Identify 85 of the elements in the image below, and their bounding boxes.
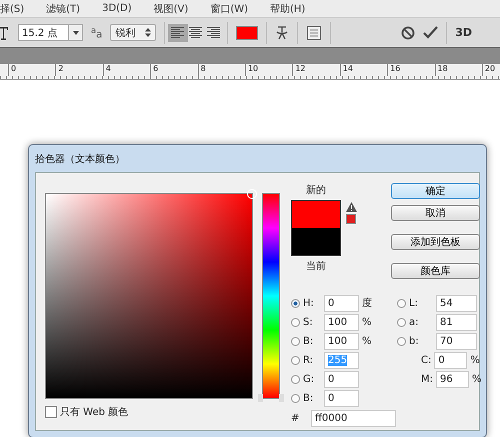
radio-button[interactable] xyxy=(397,336,406,346)
field-label: M: xyxy=(421,374,433,384)
input-field[interactable]: 96 xyxy=(436,370,469,388)
panel-icon[interactable] xyxy=(306,24,322,40)
input-field[interactable]: 81 xyxy=(436,314,477,330)
input-field[interactable]: 54 xyxy=(436,294,477,312)
3d-button[interactable]: 3D xyxy=(455,26,472,39)
caret-icon xyxy=(72,30,78,34)
field-label: C: xyxy=(421,354,432,366)
field-label: B: xyxy=(303,336,314,346)
ruler-label: 14 xyxy=(340,64,388,76)
align-button[interactable] xyxy=(168,24,188,42)
new-color-swatch xyxy=(292,201,340,228)
radio-button[interactable] xyxy=(397,318,406,326)
field-label: L: xyxy=(409,298,419,308)
radio-button[interactable] xyxy=(397,298,406,308)
menu-item[interactable]: 3D(D) xyxy=(102,3,132,14)
input-field[interactable]: 0 xyxy=(324,390,359,406)
commit-check-icon[interactable] xyxy=(423,26,438,39)
ruler-label: 2 xyxy=(55,64,103,76)
updown-arrows-icon xyxy=(145,28,152,37)
ruler-label: 18 xyxy=(434,64,482,76)
warp-text-icon[interactable] xyxy=(275,24,290,40)
ruler-label: 0 xyxy=(8,64,56,76)
gamut-swatch-icon[interactable] xyxy=(346,214,356,224)
input-field[interactable]: 100 xyxy=(324,332,359,350)
unit-label: % xyxy=(472,374,483,384)
unit-label: % xyxy=(362,316,373,328)
ruler-label: 16 xyxy=(387,64,435,76)
radio-button[interactable] xyxy=(291,298,300,308)
menu-item[interactable]: 窗口(W) xyxy=(210,2,248,16)
hex-input-field[interactable]: ff0000 xyxy=(311,410,396,427)
menu-item[interactable]: 择(S) xyxy=(0,2,24,16)
input-field[interactable]: 0 xyxy=(324,370,359,388)
input-field[interactable]: 70 xyxy=(436,332,477,350)
ruler-label: 10 xyxy=(244,64,292,76)
ruler-label: 8 xyxy=(198,64,245,76)
cancel-icon[interactable] xyxy=(401,26,416,40)
checkbox-label: 只有 Web 颜色 xyxy=(60,406,128,419)
field-label: H: xyxy=(303,298,315,308)
hex-label: # xyxy=(291,413,300,424)
dialog-button[interactable]: 确定 xyxy=(391,183,480,199)
field-label: b: xyxy=(409,336,420,346)
radio-button[interactable] xyxy=(291,336,300,346)
input-field[interactable]: 0 xyxy=(324,294,359,312)
radio-button[interactable] xyxy=(291,318,300,326)
menu-item[interactable]: 帮助(H) xyxy=(270,2,306,16)
field-label: S: xyxy=(303,316,314,328)
unit-label: % xyxy=(362,336,373,346)
dialog-button[interactable]: 添加到色板 xyxy=(391,234,480,250)
new-label: 新的 xyxy=(305,184,327,197)
field-label: G: xyxy=(303,374,316,384)
ruler-label: 6 xyxy=(150,64,198,76)
warning-icon xyxy=(346,202,357,212)
align-icon xyxy=(171,26,186,38)
checkbox[interactable] xyxy=(45,406,57,418)
antialias-dropdown[interactable]: 锐利 xyxy=(110,24,156,41)
current-color-swatch xyxy=(292,228,340,255)
color-picker-handle[interactable] xyxy=(247,189,257,199)
field-label: a: xyxy=(409,316,420,328)
antialias-icon: $^{a}$a xyxy=(91,24,102,40)
menu-item[interactable]: 视图(V) xyxy=(154,2,188,16)
menu-item[interactable]: 滤镜(T) xyxy=(46,2,80,16)
hue-slider-handle[interactable] xyxy=(258,394,284,402)
ruler-label: 12 xyxy=(292,64,340,76)
current-label: 当前 xyxy=(305,260,327,273)
align-icon xyxy=(189,26,204,38)
font-size-field[interactable]: 15.2 点 xyxy=(18,24,83,41)
dialog-button[interactable]: 取消 xyxy=(391,205,480,221)
radio-button[interactable] xyxy=(291,394,300,402)
window-title: 拾色器（文本颜色） xyxy=(34,152,126,166)
field-label: R: xyxy=(303,354,314,366)
radio-button[interactable] xyxy=(291,356,300,364)
ruler-label: 4 xyxy=(102,64,150,76)
input-field[interactable]: 0 xyxy=(434,352,468,368)
input-field[interactable]: 100 xyxy=(324,314,359,330)
text-color-swatch[interactable] xyxy=(236,26,258,40)
unit-label: 度 xyxy=(362,296,373,310)
align-icon xyxy=(207,26,222,38)
field-label: B: xyxy=(303,392,314,404)
radio-button[interactable] xyxy=(291,374,300,384)
ruler-label: 20 xyxy=(482,64,500,76)
text-tool-icon[interactable] xyxy=(0,24,10,40)
dialog-button[interactable]: 颜色库 xyxy=(391,263,480,279)
unit-label: % xyxy=(470,354,481,366)
